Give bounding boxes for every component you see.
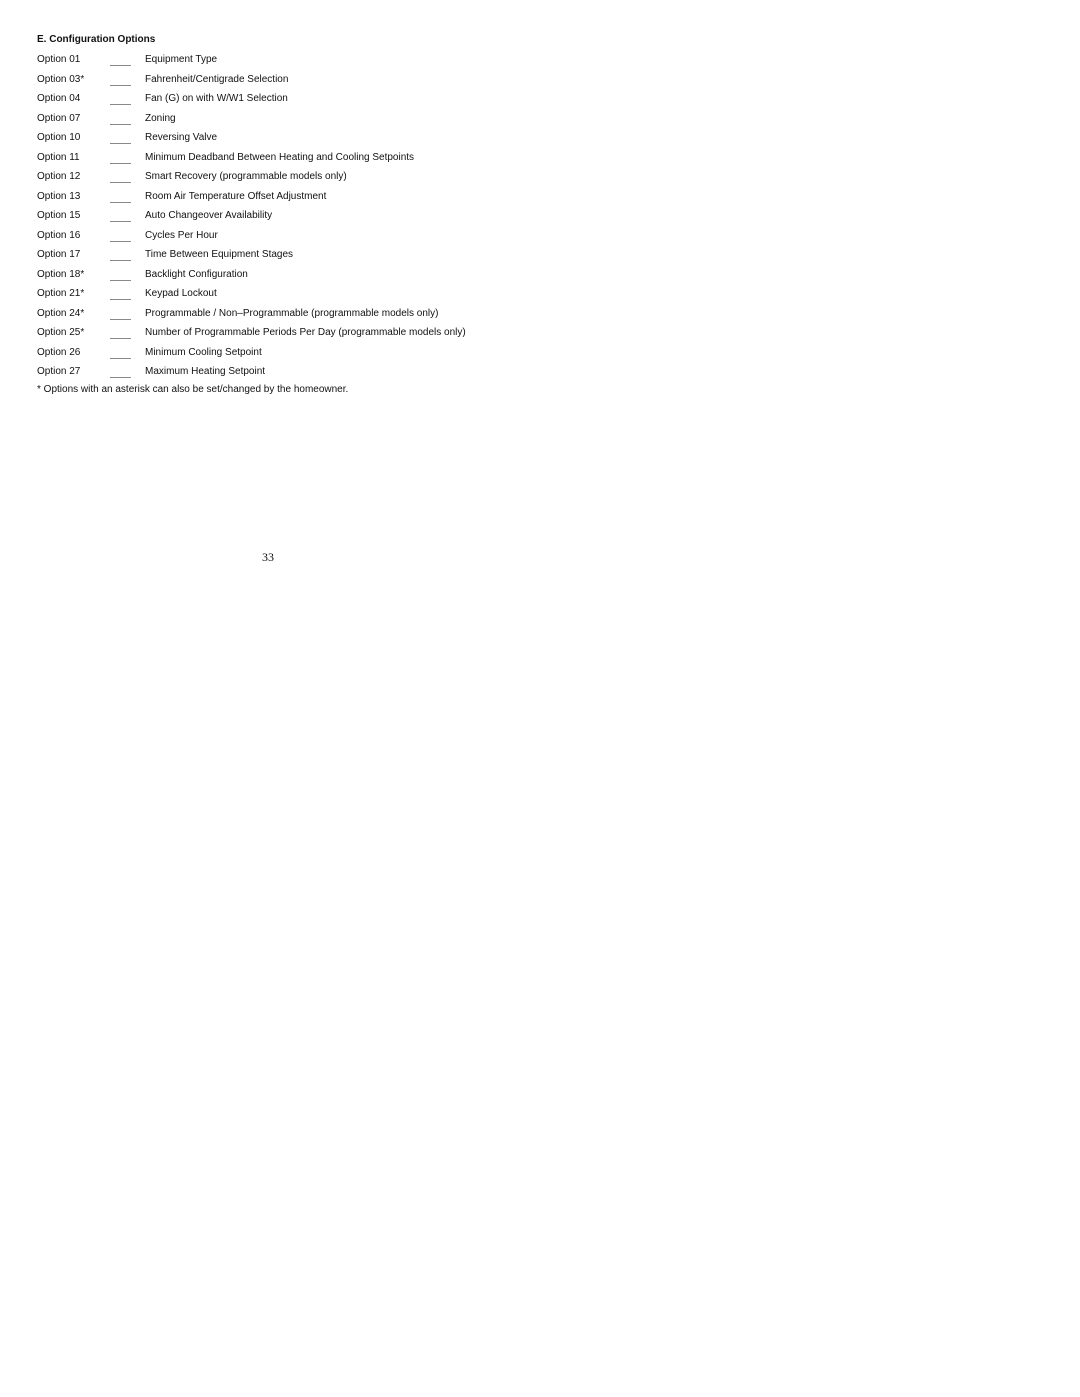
option-blank bbox=[110, 211, 131, 222]
option-description: Room Air Temperature Offset Adjustment bbox=[145, 190, 327, 202]
option-row: Option 18* Backlight Configuration bbox=[37, 268, 557, 288]
option-blank bbox=[110, 153, 131, 164]
option-row: Option 11 Minimum Deadband Between Heati… bbox=[37, 151, 557, 171]
option-description: Programmable / Non–Programmable (program… bbox=[145, 307, 439, 319]
option-label: Option 15 bbox=[37, 210, 81, 221]
option-blank bbox=[110, 289, 131, 300]
option-blank bbox=[110, 114, 131, 125]
option-row: Option 13 Room Air Temperature Offset Ad… bbox=[37, 190, 557, 210]
option-description: Backlight Configuration bbox=[145, 268, 248, 280]
option-blank bbox=[110, 270, 131, 281]
option-label: Option 25* bbox=[37, 327, 85, 338]
option-row: Option 04 Fan (G) on with W/W1 Selection bbox=[37, 92, 557, 112]
option-description: Cycles Per Hour bbox=[145, 229, 218, 241]
options-list: Option 01 Equipment Type Option 03* Fahr… bbox=[37, 53, 557, 385]
option-blank bbox=[110, 231, 131, 242]
option-label: Option 21* bbox=[37, 288, 85, 299]
option-label: Option 17 bbox=[37, 249, 81, 260]
option-description: Keypad Lockout bbox=[145, 288, 217, 299]
option-label: Option 16 bbox=[37, 229, 81, 241]
section-title: E. Configuration Options bbox=[37, 34, 156, 45]
option-row: Option 27 Maximum Heating Setpoint bbox=[37, 365, 557, 385]
option-label: Option 03* bbox=[37, 73, 85, 85]
option-blank bbox=[110, 367, 131, 378]
option-row: Option 10 Reversing Valve bbox=[37, 131, 557, 151]
option-description: Reversing Valve bbox=[145, 132, 218, 143]
option-row: Option 01 Equipment Type bbox=[37, 53, 557, 73]
option-label: Option 27 bbox=[37, 366, 81, 377]
asterisk-footnote: * Options with an asterisk can also be s… bbox=[37, 384, 349, 395]
option-label: Option 01 bbox=[37, 54, 81, 65]
option-row: Option 21* Keypad Lockout bbox=[37, 287, 557, 307]
option-label: Option 12 bbox=[37, 171, 81, 182]
option-description: Minimum Cooling Setpoint bbox=[145, 346, 262, 358]
option-label: Option 26 bbox=[37, 346, 81, 358]
option-description: Minimum Deadband Between Heating and Coo… bbox=[145, 151, 415, 163]
option-blank bbox=[110, 55, 131, 66]
option-label: Option 13 bbox=[37, 190, 81, 202]
page-number: 33 bbox=[262, 550, 274, 564]
option-blank bbox=[110, 192, 131, 203]
option-description: Smart Recovery (programmable models only… bbox=[145, 171, 347, 182]
option-description: Equipment Type bbox=[145, 54, 218, 65]
option-blank bbox=[110, 348, 131, 359]
option-row: Option 26 Minimum Cooling Setpoint bbox=[37, 346, 557, 366]
option-label: Option 18* bbox=[37, 268, 85, 280]
option-blank bbox=[110, 133, 131, 144]
option-blank bbox=[110, 94, 131, 105]
option-row: Option 16 Cycles Per Hour bbox=[37, 229, 557, 249]
option-row: Option 15 Auto Changeover Availability bbox=[37, 209, 557, 229]
option-label: Option 04 bbox=[37, 93, 81, 104]
option-label: Option 07 bbox=[37, 112, 81, 124]
option-label: Option 11 bbox=[37, 151, 80, 163]
option-blank bbox=[110, 309, 131, 320]
option-description: Time Between Equipment Stages bbox=[145, 249, 294, 260]
option-description: Maximum Heating Setpoint bbox=[145, 366, 266, 377]
option-row: Option 17 Time Between Equipment Stages bbox=[37, 248, 557, 268]
option-label: Option 10 bbox=[37, 132, 81, 143]
option-label: Option 24* bbox=[37, 307, 85, 319]
option-row: Option 03* Fahrenheit/Centigrade Selecti… bbox=[37, 73, 557, 93]
option-blank bbox=[110, 250, 131, 261]
option-row: Option 12 Smart Recovery (programmable m… bbox=[37, 170, 557, 190]
option-blank bbox=[110, 75, 131, 86]
option-row: Option 24* Programmable / Non–Programmab… bbox=[37, 307, 557, 327]
option-row: Option 25* Number of Programmable Period… bbox=[37, 326, 557, 346]
option-blank bbox=[110, 328, 131, 339]
option-row: Option 07 Zoning bbox=[37, 112, 557, 132]
option-description: Fahrenheit/Centigrade Selection bbox=[145, 73, 289, 85]
option-description: Auto Changeover Availability bbox=[145, 210, 273, 221]
option-description: Number of Programmable Periods Per Day (… bbox=[145, 327, 466, 338]
option-description: Zoning bbox=[145, 112, 176, 124]
option-description: Fan (G) on with W/W1 Selection bbox=[145, 93, 288, 104]
option-blank bbox=[110, 172, 131, 183]
